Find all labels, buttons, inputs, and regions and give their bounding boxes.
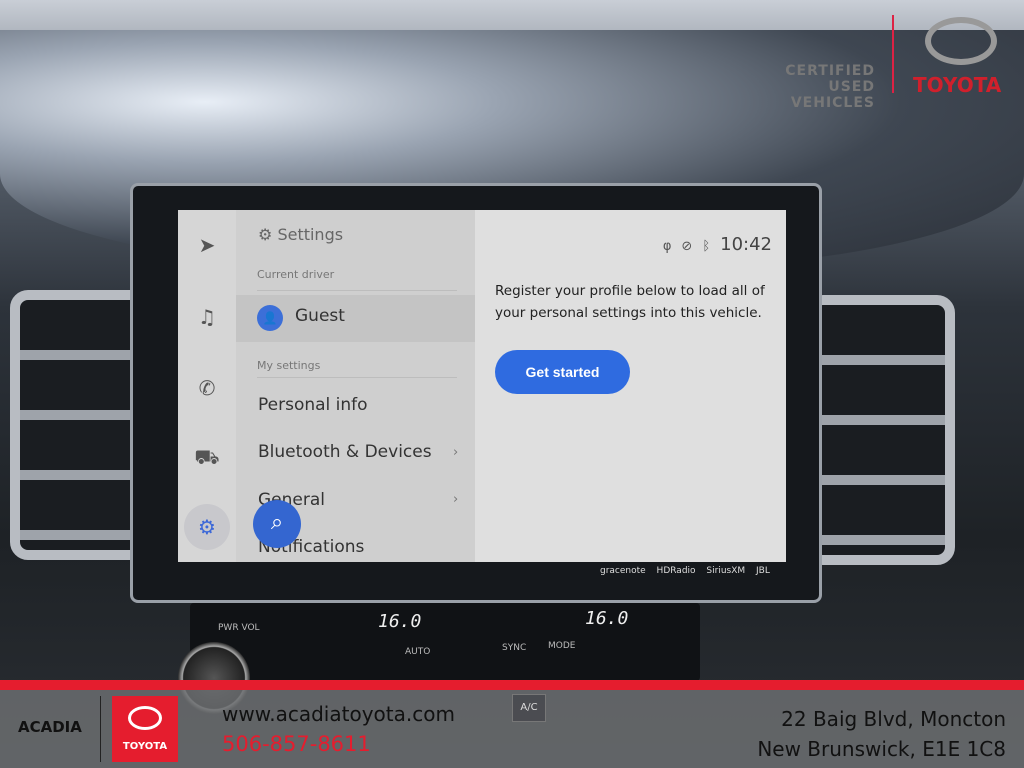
certified-toyota-logo: CERTIFIED USED VEHICLES TOYOTA <box>740 15 1020 111</box>
clock: 10:42 <box>720 234 772 255</box>
toyota-emblem-icon <box>925 17 997 65</box>
address: 22 Baig Blvd, Moncton New Brunswick, E1E … <box>757 704 1006 764</box>
divider <box>892 15 894 93</box>
voice-muted-icon: ⊘ <box>681 239 693 254</box>
power-volume-label: PWR VOL <box>218 623 260 633</box>
address-line-2: New Brunswick, E1E 1C8 <box>757 737 1006 761</box>
right-air-vent <box>805 295 955 565</box>
settings-title-text: Settings <box>277 225 344 244</box>
toyota-logo-text: TOYOTA <box>122 741 168 752</box>
my-settings-label: My settings <box>257 359 321 372</box>
nav-rail: ➤ ♫ ✆ ⛟ ⚙ <box>178 210 236 562</box>
address-line-1: 22 Baig Blvd, Moncton <box>781 707 1006 731</box>
divider <box>100 696 101 762</box>
search-icon: ⌕ <box>270 510 284 535</box>
settings-title: ⚙ Settings <box>258 225 343 244</box>
gear-icon[interactable]: ⚙ <box>184 504 230 550</box>
auto-button[interactable]: AUTO <box>405 647 430 657</box>
dealer-name: ACADIA <box>18 718 82 736</box>
chevron-right-icon: › <box>453 492 459 507</box>
current-driver-label: Current driver <box>257 268 335 281</box>
car-icon[interactable]: ⛟ <box>192 442 222 472</box>
divider <box>257 377 457 378</box>
search-button[interactable]: ⌕ <box>253 500 301 548</box>
register-message: Register your profile below to load all … <box>495 283 765 321</box>
toyota-wordmark: TOYOTA <box>913 73 1002 97</box>
bluetooth-icon: ᛒ <box>702 239 711 254</box>
gear-icon: ⚙ <box>258 225 278 244</box>
ac-button[interactable]: A/C <box>512 694 546 722</box>
get-started-button[interactable]: Get started <box>495 350 630 394</box>
divider <box>257 290 457 291</box>
website-link[interactable]: www.acadiatoyota.com <box>222 702 455 726</box>
toyota-emblem-icon <box>128 706 162 730</box>
avatar: 👤 <box>257 305 283 331</box>
status-bar: φ ⊘ ᛒ 10:42 <box>663 234 772 255</box>
infotainment-screen: ➤ ♫ ✆ ⛟ ⚙ ⚙ Settings Current driver 👤 Gu… <box>178 210 786 562</box>
settings-item-bluetooth[interactable]: Bluetooth & Devices <box>258 442 432 462</box>
driver-name: Guest <box>295 306 345 326</box>
phone-icon[interactable]: ✆ <box>192 373 222 403</box>
settings-item-personal-info[interactable]: Personal info <box>258 395 368 415</box>
partner-logos: gracenote HDRadio SiriusXM JBL <box>600 566 770 576</box>
toyota-logo: TOYOTA <box>112 696 178 762</box>
sync-button[interactable]: SYNC <box>502 643 526 653</box>
mode-button[interactable]: MODE <box>548 641 575 651</box>
left-temperature: 16.0 <box>378 611 422 632</box>
phone-number[interactable]: 506-857-8611 <box>222 732 371 756</box>
music-icon[interactable]: ♫ <box>192 302 222 332</box>
right-temperature: 16.0 <box>585 608 629 629</box>
certified-label: CERTIFIED USED VEHICLES <box>785 63 875 111</box>
chevron-right-icon: › <box>453 445 459 460</box>
navigation-icon[interactable]: ➤ <box>192 230 222 260</box>
profile-panel: φ ⊘ ᛒ 10:42 Register your profile below to … <box>475 210 786 562</box>
wireless-charging-icon: φ <box>662 239 672 254</box>
climate-panel: PWR VOL 16.0 16.0 AUTO SYNC MODE <box>190 603 700 681</box>
driver-guest[interactable]: 👤 Guest <box>236 295 475 342</box>
